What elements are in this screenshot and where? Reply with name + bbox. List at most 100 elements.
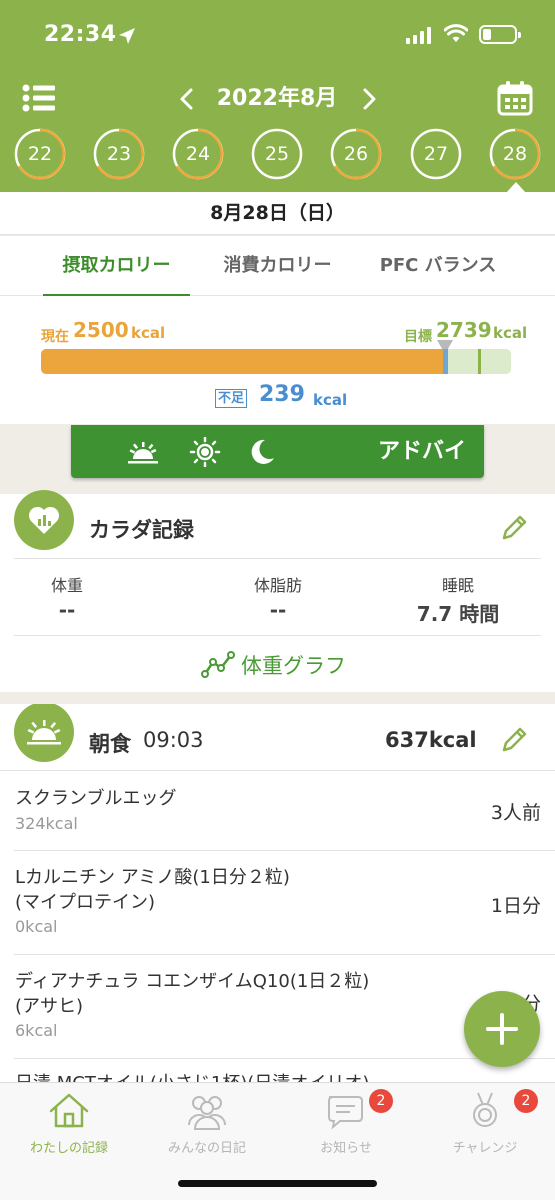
nav-my-record[interactable]: わたしの記録	[0, 1091, 138, 1161]
nav-community-diary[interactable]: みんなの日記	[138, 1091, 276, 1161]
cellular-signal-icon	[406, 26, 431, 44]
sunrise-icon	[27, 720, 61, 745]
notification-badge: 2	[369, 1089, 393, 1113]
day-number: 22	[27, 143, 53, 165]
day-number: 28	[502, 143, 528, 165]
food-name: スクランブルエッグ	[15, 788, 177, 809]
breakfast-badge	[14, 704, 74, 762]
food-kcal: 324kcal	[15, 814, 78, 833]
shortage-unit: kcal	[313, 391, 348, 409]
divider	[14, 558, 541, 559]
day-22[interactable]: 22	[14, 128, 66, 180]
tab-intake-calories[interactable]: 摂取カロリー	[43, 236, 190, 297]
sunrise-icon	[128, 442, 158, 464]
nav-label: わたしの記録	[29, 1141, 108, 1156]
current-calories: 2500	[73, 318, 129, 342]
people-icon	[188, 1096, 226, 1130]
status-time: 22:34	[44, 22, 117, 47]
nav-label: みんなの日記	[167, 1141, 246, 1156]
calendar-icon[interactable]	[497, 80, 533, 116]
divider	[14, 635, 541, 636]
day-26[interactable]: 26	[330, 128, 382, 180]
nav-notifications[interactable]: 2 お知らせ	[277, 1089, 415, 1161]
medal-icon	[473, 1092, 497, 1127]
selected-date: 8月28日（日）	[0, 192, 555, 235]
chat-bubble-icon	[328, 1096, 363, 1130]
day-number: 23	[106, 143, 132, 165]
month-title: 2022年8月	[216, 86, 338, 111]
day-23[interactable]: 23	[93, 128, 145, 180]
food-brand: (マイプロテイン)	[15, 892, 156, 913]
challenge-badge: 2	[514, 1089, 538, 1113]
goal-unit: kcal	[493, 324, 528, 342]
shortage-calories: 239	[259, 382, 305, 407]
food-item[interactable]: スクランブルエッグ 324kcal 3人前	[0, 770, 555, 850]
calorie-progress-bar	[41, 349, 511, 374]
battery-icon	[479, 25, 521, 44]
day-number: 24	[185, 143, 211, 165]
food-quantity: 3人前	[490, 802, 541, 824]
day-28[interactable]: 28	[489, 128, 541, 180]
meal-total-kcal: 637kcal	[385, 728, 477, 752]
calorie-tabs: 摂取カロリー 消費カロリー PFC バランス	[0, 236, 555, 297]
nav-challenge[interactable]: 2 チャレンジ	[416, 1089, 554, 1161]
calorie-progress-fill	[41, 349, 445, 374]
sleep-label: 睡眠	[441, 576, 474, 595]
month-nav: 2022年8月	[0, 78, 555, 120]
weight-label: 体重	[50, 576, 83, 595]
edit-pencil-icon[interactable]	[498, 724, 530, 756]
body-fat-value: --	[269, 598, 287, 622]
tab-pfc-balance[interactable]: PFC バランス	[368, 236, 508, 296]
day-number: 26	[343, 143, 369, 165]
body-record-title: カラダ記録	[89, 518, 194, 542]
day-25[interactable]: 25	[251, 128, 303, 180]
current-label: 現在	[41, 329, 69, 345]
day-selector: 22 23 24 25 26 27 28	[0, 128, 555, 184]
calorie-summary: 現在 2500 kcal 目標 2739 kcal 不足 239 kcal	[0, 296, 555, 424]
food-kcal: 6kcal	[15, 1021, 58, 1040]
advice-button[interactable]: アドバイス	[71, 425, 484, 517]
shortage-badge: 不足	[215, 389, 248, 408]
line-graph-icon	[201, 651, 235, 678]
body-record-badge	[14, 490, 74, 550]
food-name: 日清 MCTオイル(小さじ1杯)(日清オイリオ)	[15, 1071, 369, 1082]
day-27[interactable]: 27	[410, 128, 462, 180]
goal-line	[478, 349, 481, 374]
weight-graph-label: 体重グラフ	[241, 654, 346, 678]
sun-icon	[189, 437, 221, 467]
goal-calories: 2739	[436, 318, 492, 342]
day-24[interactable]: 24	[172, 128, 224, 180]
food-kcal: 0kcal	[15, 917, 58, 936]
body-record-card: カラダ記録 体重 -- 体脂肪 -- 睡眠 7.7 時間 体重グラフ	[0, 490, 555, 692]
location-arrow-icon	[119, 28, 135, 44]
day-number: 25	[264, 143, 290, 165]
meal-title: 朝食	[89, 732, 131, 756]
prev-month-chevron-icon[interactable]	[172, 82, 202, 116]
app-header: 22:34 2022年8月 22 23 24 25 26 27 28	[0, 0, 555, 192]
menu-list-icon[interactable]	[22, 84, 56, 112]
current-unit: kcal	[131, 324, 166, 342]
edit-pencil-icon[interactable]	[498, 512, 530, 544]
day-number: 27	[423, 143, 449, 165]
food-item[interactable]: Lカルニチン アミノ酸(1日分２粒) (マイプロテイン) 0kcal 1日分	[0, 851, 555, 955]
home-icon	[49, 1093, 89, 1128]
heart-chart-icon	[28, 506, 60, 534]
body-fat-label: 体脂肪	[253, 576, 302, 595]
food-name: ディアナチュラ コエンザイムQ10(1日２粒)	[15, 971, 370, 992]
sleep-value: 7.7 時間	[416, 602, 500, 626]
tab-burned-calories[interactable]: 消費カロリー	[205, 236, 350, 296]
weight-value: --	[58, 598, 76, 622]
food-item[interactable]: 日清 MCTオイル(小さじ1杯)(日清オイリオ)	[0, 1059, 555, 1082]
next-month-chevron-icon[interactable]	[354, 82, 384, 116]
wifi-icon	[444, 24, 468, 42]
meal-time: 09:03	[143, 728, 204, 752]
calorie-progress-marker	[443, 349, 448, 374]
food-name: Lカルニチン アミノ酸(1日分２粒)	[15, 867, 290, 888]
food-brand: (アサヒ)	[15, 996, 84, 1017]
food-quantity: 1日分	[490, 895, 541, 917]
add-record-button[interactable]	[464, 991, 540, 1067]
status-bar: 22:34	[0, 20, 555, 56]
moon-icon	[251, 439, 274, 464]
goal-label: 目標	[404, 329, 432, 345]
home-indicator	[178, 1180, 377, 1187]
